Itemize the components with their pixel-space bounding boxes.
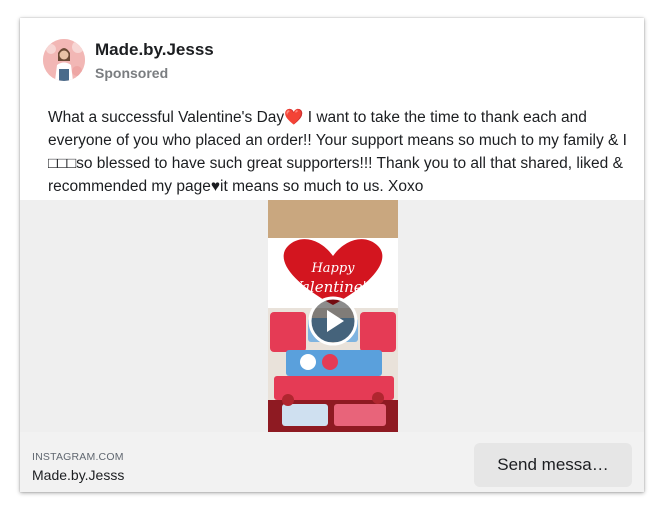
avatar-image — [43, 39, 85, 81]
post-text: What a successful Valentine's Day❤️ I wa… — [48, 109, 632, 195]
link-footer[interactable]: INSTAGRAM.COM Made.by.Jesss Send messa… — [20, 432, 644, 492]
happy-text: Happy — [310, 261, 355, 276]
video-thumbnail[interactable]: Happy Valentine's — [268, 200, 398, 432]
media-container[interactable]: Happy Valentine's — [20, 200, 644, 432]
ad-post-card: Made.by.Jesss Sponsored What a successfu… — [20, 18, 644, 492]
source-domain: INSTAGRAM.COM — [32, 451, 124, 463]
send-message-button[interactable]: Send messa… — [474, 443, 632, 487]
page-avatar[interactable] — [43, 39, 85, 81]
play-icon[interactable] — [308, 296, 358, 346]
post-header: Made.by.Jesss Sponsored — [20, 18, 644, 98]
sponsored-label[interactable]: Sponsored — [95, 65, 168, 81]
valentines-text: Valentine's — [292, 278, 375, 296]
page-name[interactable]: Made.by.Jesss — [95, 40, 214, 60]
source-name: Made.by.Jesss — [32, 467, 125, 483]
